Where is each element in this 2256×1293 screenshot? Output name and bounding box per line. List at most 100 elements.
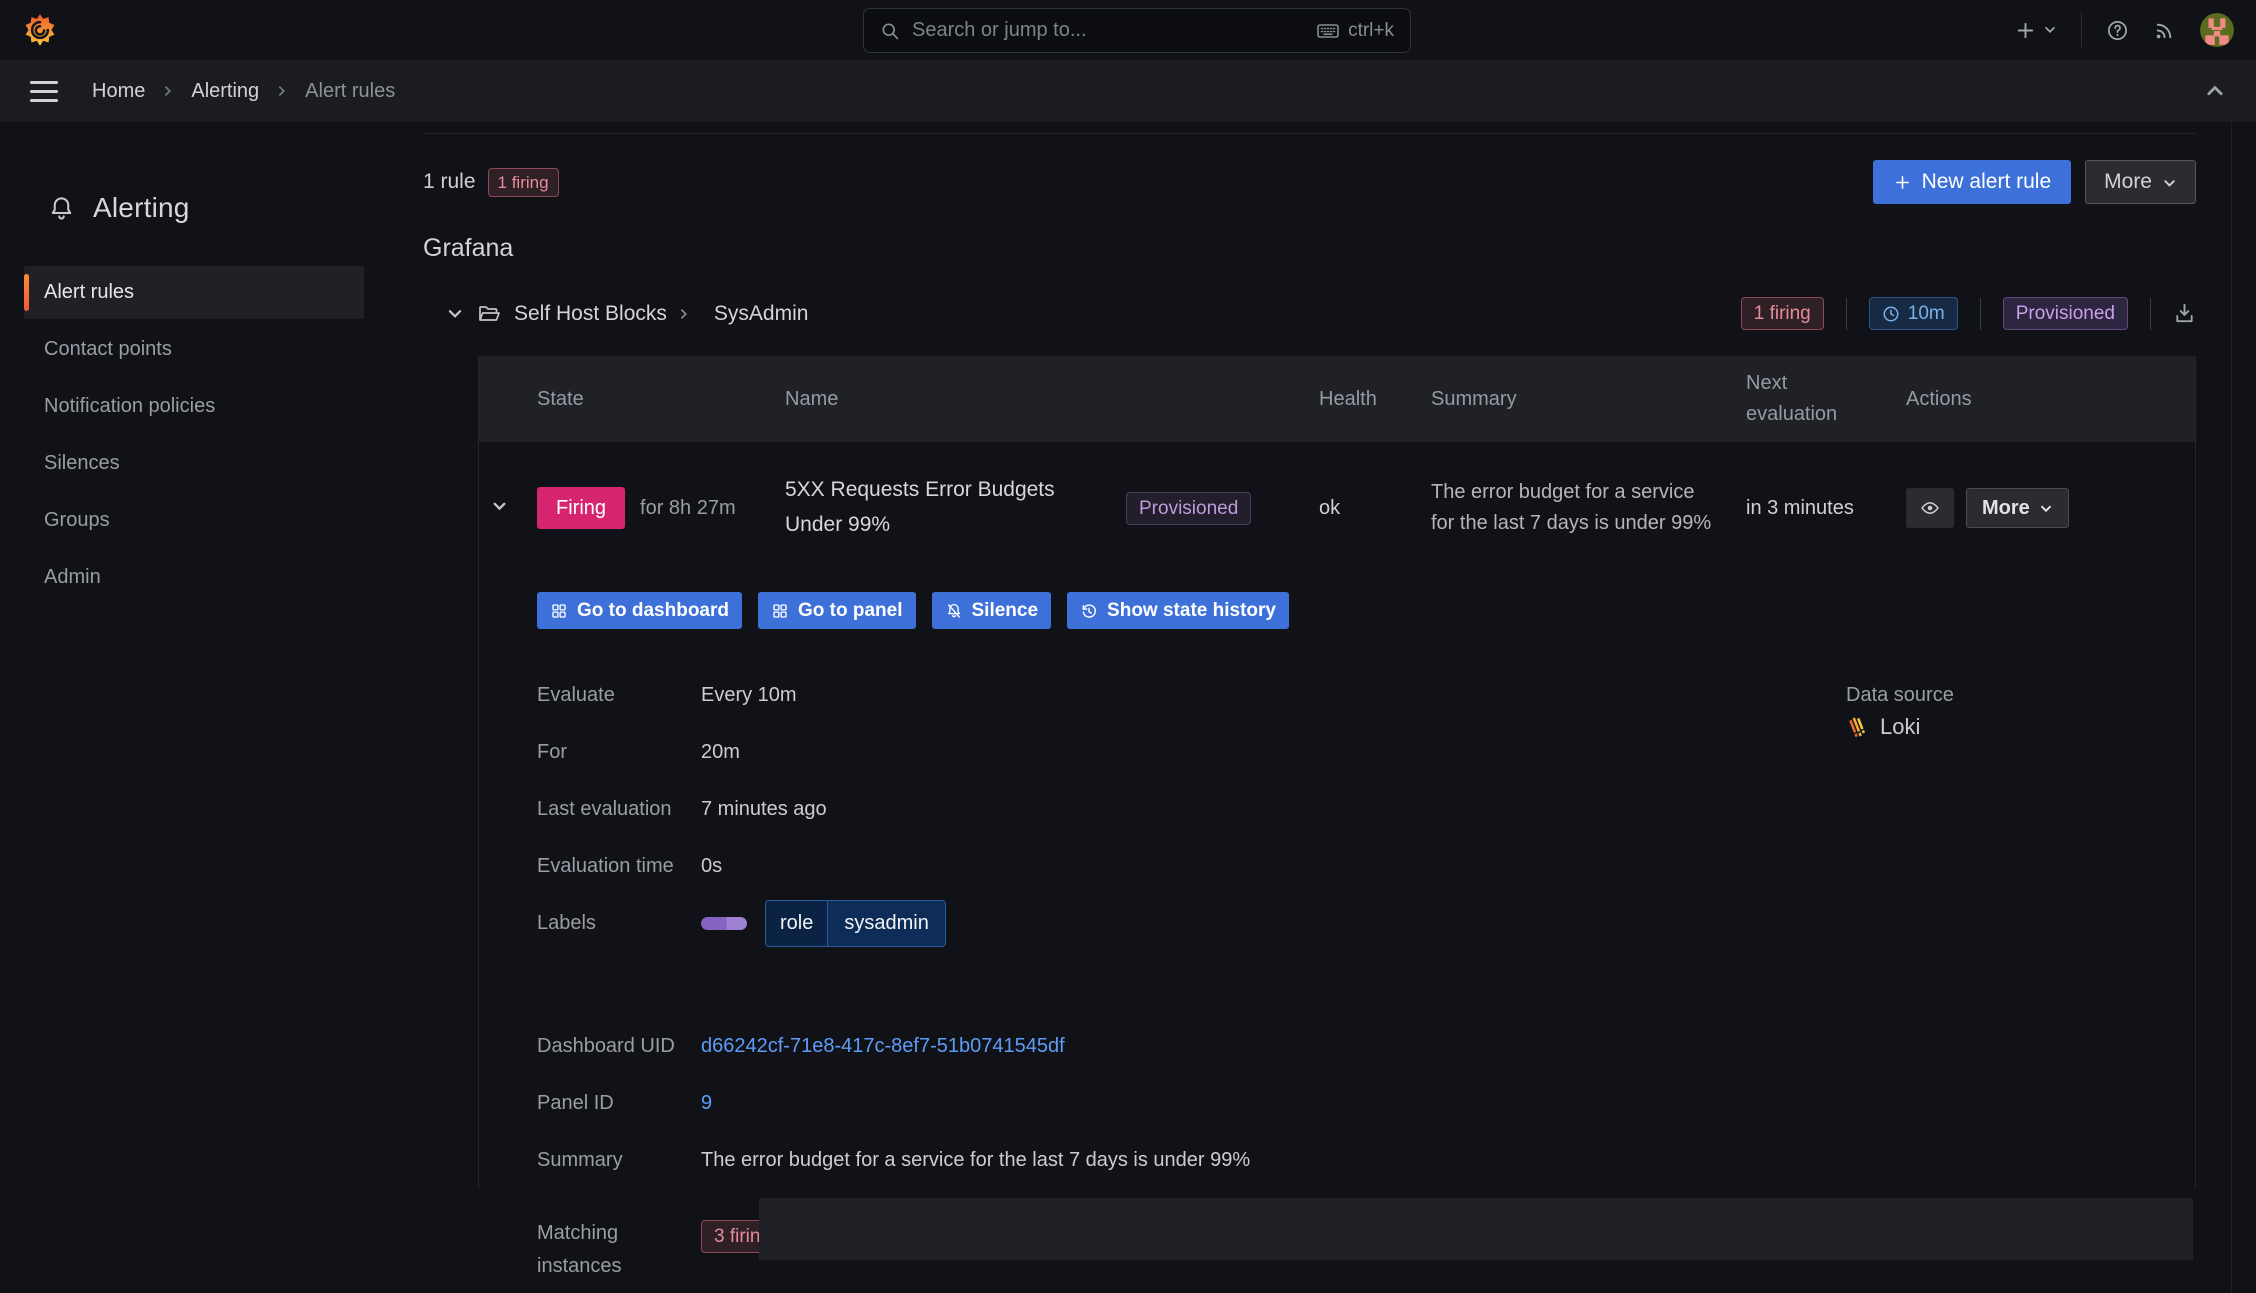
top-nav: Search or jump to... ctrl+k [0, 0, 2256, 60]
matching-instances-label: Matching instances [537, 1222, 622, 1277]
labels-label: Labels [537, 912, 596, 934]
rule-next-evaluation: in 3 minutes [1746, 496, 1854, 519]
rule-details: Evaluate Every 10m For 20m Last evaluation… [537, 679, 2195, 1283]
table-header: State Name Health Summary Next evaluatio… [479, 356, 2195, 442]
group-collapse-icon[interactable] [446, 305, 464, 323]
view-rule-button[interactable] [1906, 488, 1954, 528]
evaluation-time-label: Evaluation time [537, 855, 674, 877]
sidebar-item-contact-points[interactable]: Contact points [24, 323, 364, 376]
state-duration: for 8h 27m [640, 496, 736, 519]
col-next-evaluation: Next evaluation [1746, 372, 1838, 425]
rule-summary: The error budget for a service for the l… [1431, 481, 1712, 534]
col-summary: Summary [1431, 387, 1517, 410]
plus-icon [1893, 173, 1912, 192]
last-evaluation-value: 7 minutes ago [701, 798, 827, 820]
menu-toggle-icon[interactable] [30, 80, 58, 102]
panel-id-label: Panel ID [537, 1092, 614, 1114]
search-input[interactable]: Search or jump to... ctrl+k [863, 8, 1411, 53]
apps-grid-icon [550, 602, 568, 620]
namespace-title: Grafana [423, 234, 514, 262]
grafana-logo-icon[interactable] [22, 12, 58, 48]
chevron-up-icon[interactable] [2204, 80, 2226, 102]
loki-icon [1846, 715, 1870, 739]
evaluation-interval-badge: 10m [1868, 297, 1958, 330]
more-button[interactable]: More [2085, 160, 2196, 204]
help-icon[interactable] [2106, 19, 2129, 42]
chevron-down-icon [2039, 502, 2053, 516]
col-state: State [537, 387, 584, 410]
content-divider [423, 133, 2196, 134]
rule-quick-actions: Go to dashboard Go to panel Silence Show… [537, 592, 2195, 629]
add-menu-button[interactable] [2014, 19, 2057, 42]
rule-health: ok [1319, 496, 1341, 519]
folder-open-icon [477, 302, 501, 326]
bell-slash-icon [945, 602, 963, 620]
datasource-block: Data source Loki [1846, 679, 1954, 740]
panel-id-link[interactable]: 9 [701, 1092, 712, 1114]
export-icon[interactable] [2173, 302, 2196, 325]
silence-button[interactable]: Silence [931, 592, 1052, 629]
go-to-panel-button[interactable]: Go to panel [758, 592, 916, 629]
sidebar-item-alert-rules[interactable]: Alert rules [24, 266, 364, 319]
history-icon [1080, 602, 1098, 620]
chevron-right-icon [161, 84, 175, 98]
breadcrumb-alerting[interactable]: Alerting [191, 80, 259, 103]
sidebar-item-notification-policies[interactable]: Notification policies [24, 380, 364, 433]
search-icon [880, 21, 900, 41]
state-badge: Firing [537, 487, 626, 529]
new-alert-rule-button[interactable]: New alert rule [1872, 160, 2072, 204]
group-folder-link[interactable]: Self Host Blocks [514, 302, 667, 326]
col-health: Health [1319, 387, 1377, 410]
label-color-pill [701, 917, 747, 930]
group-name-link[interactable]: SysAdmin [714, 302, 809, 326]
chevron-down-icon [2043, 23, 2057, 37]
sidebar-item-silences[interactable]: Silences [24, 437, 364, 490]
rule-group-row: Self Host Blocks SysAdmin 1 firing 10m P… [423, 297, 2196, 330]
bell-icon [48, 195, 75, 222]
dashboard-uid-link[interactable]: d66242cf-71e8-417c-8ef7-51b0741545df [701, 1035, 1065, 1057]
topnav-actions [2014, 13, 2234, 47]
rule-count: 1 rule [423, 170, 476, 193]
breadcrumb: Home Alerting Alert rules [92, 80, 395, 103]
summary-value: The error budget for a service for the l… [701, 1149, 1251, 1171]
sidebar-item-groups[interactable]: Groups [24, 494, 364, 547]
keyboard-icon [1316, 19, 1340, 43]
for-label: For [537, 741, 567, 763]
search-placeholder: Search or jump to... [912, 19, 1087, 41]
search-shortcut: ctrl+k [1348, 19, 1394, 41]
breadcrumb-bar: Home Alerting Alert rules [0, 60, 2256, 122]
page-title: Alerting [93, 192, 190, 223]
group-provisioned-badge: Provisioned [2002, 297, 2128, 330]
table-row: Firing for 8h 27m 5XX Requests Error Bud… [479, 442, 2195, 574]
col-name: Name [785, 387, 839, 410]
summary-label: Summary [537, 1149, 623, 1171]
chevron-down-icon [2162, 176, 2177, 191]
evaluate-value: Every 10m [701, 684, 797, 706]
show-state-history-button[interactable]: Show state history [1067, 592, 1289, 629]
breadcrumb-home[interactable]: Home [92, 80, 145, 103]
avatar[interactable] [2200, 13, 2234, 47]
label-badge[interactable]: role sysadmin [765, 900, 946, 947]
rule-more-button[interactable]: More [1966, 488, 2069, 528]
evaluate-label: Evaluate [537, 684, 615, 706]
clock-icon [1882, 305, 1900, 323]
alert-rules-content: 1 rule 1 firing New alert rule More Graf… [388, 122, 2256, 1293]
group-firing-badge: 1 firing [1740, 297, 1824, 330]
go-to-dashboard-button[interactable]: Go to dashboard [537, 592, 742, 629]
breadcrumb-alert-rules: Alert rules [305, 79, 396, 102]
sidebar-nav: Alert rules Contact points Notification … [0, 266, 388, 604]
alerting-sidebar: Alerting Alert rules Contact points Noti… [0, 122, 388, 1293]
news-rss-icon[interactable] [2153, 19, 2176, 42]
eye-icon [1920, 498, 1940, 518]
label-value: sysadmin [827, 901, 945, 946]
row-collapse-icon[interactable] [491, 498, 508, 515]
chevron-right-icon [677, 307, 691, 321]
for-value: 20m [701, 741, 740, 763]
rule-name-link[interactable]: 5XX Requests Error Budgets Under 99% [785, 473, 1100, 542]
apps-grid-icon [771, 602, 789, 620]
rule-provisioned-badge: Provisioned [1126, 491, 1252, 525]
topnav-divider [2081, 13, 2082, 47]
label-key: role [766, 901, 828, 946]
evaluation-time-value: 0s [701, 855, 723, 877]
sidebar-item-admin[interactable]: Admin [24, 551, 364, 604]
